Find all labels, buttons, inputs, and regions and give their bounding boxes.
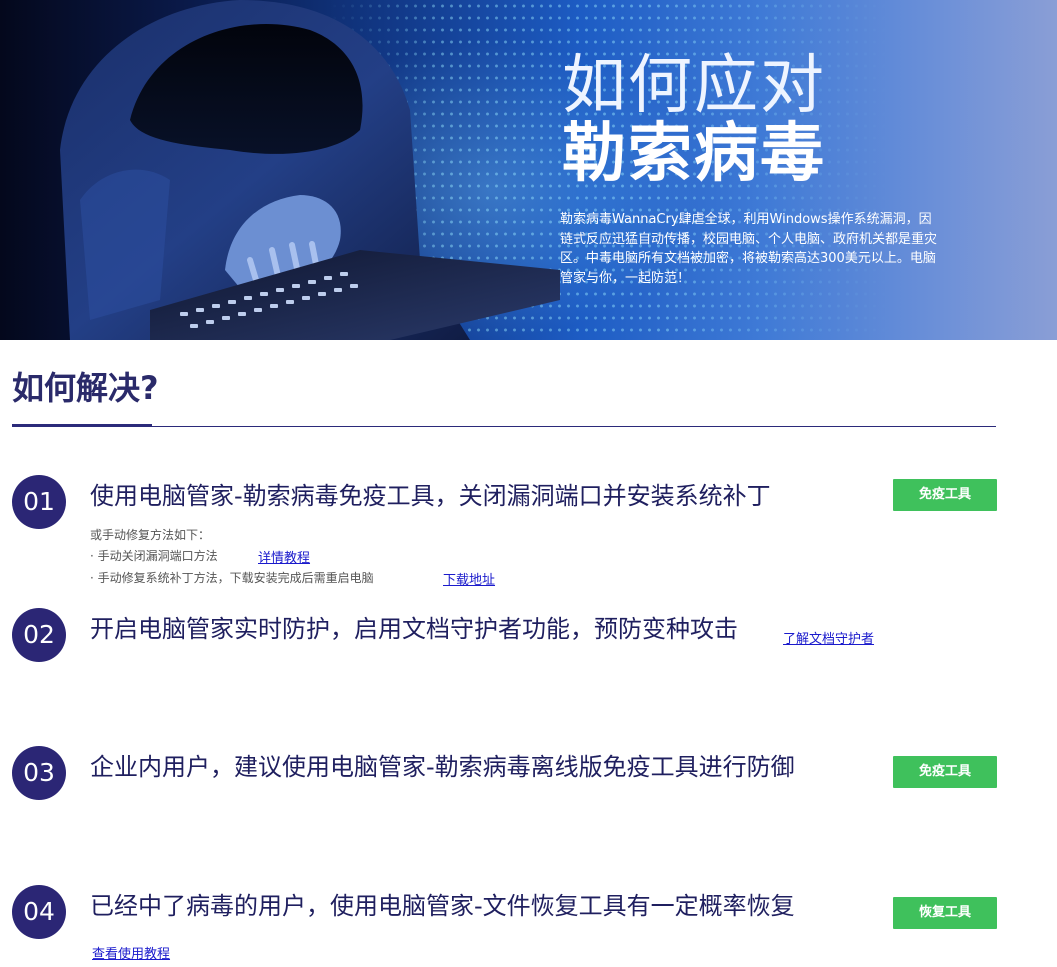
- step-number-badge: 03: [12, 746, 66, 800]
- manual-fix-heading: 或手动修复方法如下：: [90, 528, 211, 542]
- patch-download-link[interactable]: 下载地址: [443, 569, 495, 588]
- step-number-badge: 01: [12, 475, 66, 529]
- port-close-tutorial-link[interactable]: 详情教程: [258, 547, 310, 566]
- section-title: 如何解决?: [12, 369, 159, 407]
- step-title: 使用电脑管家-勒索病毒免疫工具，关闭漏洞端口并安装系统补丁: [90, 482, 771, 510]
- section-divider: [12, 426, 996, 427]
- step-title: 开启电脑管家实时防护，启用文档守护者功能，预防变种攻击: [90, 615, 738, 643]
- manual-port-close-text: · 手动关闭漏洞端口方法: [90, 549, 218, 563]
- banner-description: 勒索病毒WannaCry肆虐全球，利用Windows操作系统漏洞，因链式反应迅猛…: [560, 212, 938, 286]
- step-number-badge: 02: [12, 608, 66, 662]
- step-number-badge: 04: [12, 885, 66, 939]
- offline-immunity-tool-button[interactable]: 免疫工具: [893, 756, 997, 788]
- banner-title-line1: 如何应对: [562, 49, 826, 123]
- recovery-tool-button[interactable]: 恢复工具: [893, 897, 997, 929]
- hero-banner: 如何应对 勒索病毒 勒索病毒WannaCry肆虐全球，利用Windows操作系统…: [0, 0, 1057, 340]
- banner-title-line2: 勒索病毒: [562, 117, 826, 191]
- manual-patch-text: · 手动修复系统补丁方法，下载安装完成后需重启电脑: [90, 571, 374, 585]
- section-divider-accent: [12, 424, 152, 427]
- immunity-tool-button[interactable]: 免疫工具: [893, 479, 997, 511]
- document-guardian-link[interactable]: 了解文档守护者: [783, 628, 874, 647]
- hacker-illustration-icon: [60, 0, 560, 340]
- step-title: 已经中了病毒的用户，使用电脑管家-文件恢复工具有一定概率恢复: [90, 892, 795, 920]
- usage-tutorial-link[interactable]: 查看使用教程: [92, 943, 170, 962]
- step-title: 企业内用户，建议使用电脑管家-勒索病毒离线版免疫工具进行防御: [90, 753, 795, 781]
